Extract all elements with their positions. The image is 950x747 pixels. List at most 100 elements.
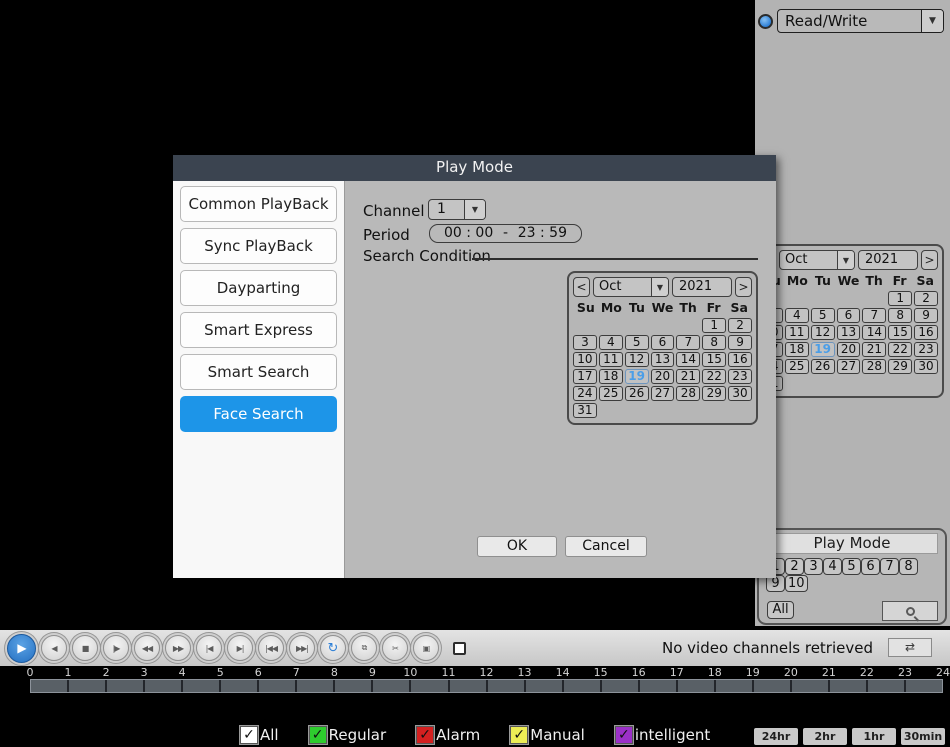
date-cell[interactable]: 25 <box>785 359 809 374</box>
previous-file-button[interactable]: |◀◀ <box>258 635 284 661</box>
date-cell[interactable]: 22 <box>888 342 912 357</box>
date-cell[interactable]: 13 <box>651 352 675 367</box>
date-cell[interactable]: 17 <box>573 369 597 384</box>
cancel-button[interactable]: Cancel <box>565 536 647 557</box>
date-cell[interactable]: 1 <box>702 318 726 333</box>
date-cell[interactable]: 13 <box>837 325 861 340</box>
date-cell[interactable]: 5 <box>811 308 835 323</box>
channel-button-2[interactable]: 2 <box>785 558 804 575</box>
sidebar-item-smart-express[interactable]: Smart Express <box>180 312 337 348</box>
channel-button-10[interactable]: 10 <box>785 575 808 592</box>
date-cell[interactable]: 4 <box>785 308 809 323</box>
sidebar-item-sync-playback[interactable]: Sync PlayBack <box>180 228 337 264</box>
time-range-30min[interactable]: 30min <box>901 728 945 745</box>
reverse-play-button[interactable]: ◀ <box>41 635 67 661</box>
date-cell[interactable]: 28 <box>862 359 886 374</box>
next-month-button[interactable]: > <box>735 277 752 297</box>
all-channels-button[interactable]: All <box>767 601 794 619</box>
period-input[interactable]: 00 : 00 - 23 : 59 <box>429 224 582 243</box>
frame-forward-button[interactable]: |▶ <box>103 635 129 661</box>
storage-mode-dropdown[interactable]: Read/Write ▼ <box>777 9 944 33</box>
timeline-bar[interactable] <box>30 679 943 693</box>
date-cell[interactable]: 12 <box>625 352 649 367</box>
ok-button[interactable]: OK <box>477 536 557 557</box>
chevron-down-icon[interactable]: ▼ <box>837 251 854 269</box>
date-cell[interactable]: 5 <box>625 335 649 350</box>
refresh-button[interactable]: ⇄ <box>888 638 932 657</box>
date-cell[interactable]: 21 <box>676 369 700 384</box>
date-cell[interactable]: 7 <box>676 335 700 350</box>
rewind-button[interactable]: ◀◀ <box>134 635 160 661</box>
legend-checkbox-manual[interactable]: ✓ <box>510 726 528 744</box>
channel-dropdown[interactable]: 1 ▼ <box>428 199 486 220</box>
stop-button[interactable]: ■ <box>72 635 98 661</box>
year-value[interactable]: 2021 <box>672 277 732 297</box>
multi-window-button[interactable]: ⧉ <box>351 635 377 661</box>
legend-checkbox-intelligent[interactable]: ✓ <box>615 726 633 744</box>
date-cell[interactable]: 10 <box>573 352 597 367</box>
date-cell[interactable]: 23 <box>728 369 752 384</box>
sidebar-item-smart-search[interactable]: Smart Search <box>180 354 337 390</box>
date-cell[interactable]: 11 <box>785 325 809 340</box>
play-mode-panel-title[interactable]: Play Mode <box>766 533 938 554</box>
next-file-button[interactable]: ▶▶| <box>289 635 315 661</box>
date-cell[interactable]: 9 <box>914 308 938 323</box>
prev-month-button[interactable]: < <box>573 277 590 297</box>
play-button[interactable]: ▶ <box>7 634 36 663</box>
month-dropdown[interactable]: Oct▼ <box>779 250 855 270</box>
channel-button-7[interactable]: 7 <box>880 558 899 575</box>
channel-button-4[interactable]: 4 <box>823 558 842 575</box>
date-cell[interactable]: 7 <box>862 308 886 323</box>
sidebar-item-face-search[interactable]: Face Search <box>180 396 337 432</box>
time-range-1hr[interactable]: 1hr <box>852 728 896 745</box>
date-cell[interactable]: 19 <box>811 342 835 357</box>
date-cell[interactable]: 11 <box>599 352 623 367</box>
playback-checkbox[interactable] <box>453 642 466 655</box>
date-cell[interactable]: 9 <box>728 335 752 350</box>
date-cell[interactable]: 4 <box>599 335 623 350</box>
date-cell[interactable]: 1 <box>888 291 912 306</box>
next-month-button[interactable]: > <box>921 250 938 270</box>
date-cell[interactable]: 14 <box>862 325 886 340</box>
date-cell[interactable]: 23 <box>914 342 938 357</box>
date-cell[interactable]: 18 <box>599 369 623 384</box>
date-cell[interactable]: 3 <box>573 335 597 350</box>
date-cell[interactable]: 12 <box>811 325 835 340</box>
save-button[interactable]: ▣ <box>413 635 439 661</box>
date-cell[interactable]: 2 <box>728 318 752 333</box>
date-cell[interactable]: 8 <box>702 335 726 350</box>
sidebar-item-dayparting[interactable]: Dayparting <box>180 270 337 306</box>
date-cell[interactable]: 25 <box>599 386 623 401</box>
time-range-2hr[interactable]: 2hr <box>803 728 847 745</box>
loop-button[interactable]: ↻ <box>320 635 346 661</box>
channel-button-6[interactable]: 6 <box>861 558 880 575</box>
date-cell[interactable]: 8 <box>888 308 912 323</box>
date-cell[interactable]: 29 <box>888 359 912 374</box>
date-cell[interactable]: 6 <box>651 335 675 350</box>
date-cell[interactable]: 16 <box>728 352 752 367</box>
legend-checkbox-alarm[interactable]: ✓ <box>416 726 434 744</box>
date-cell[interactable]: 19 <box>625 369 649 384</box>
date-cell[interactable]: 27 <box>651 386 675 401</box>
date-cell[interactable]: 14 <box>676 352 700 367</box>
channel-button-5[interactable]: 5 <box>842 558 861 575</box>
date-cell[interactable]: 30 <box>728 386 752 401</box>
legend-checkbox-regular[interactable]: ✓ <box>309 726 327 744</box>
chevron-down-icon[interactable]: ▼ <box>464 200 485 219</box>
clip-button[interactable]: ✂ <box>382 635 408 661</box>
chevron-down-icon[interactable]: ▼ <box>921 10 943 32</box>
date-cell[interactable]: 6 <box>837 308 861 323</box>
legend-checkbox-all[interactable]: ✓ <box>240 726 258 744</box>
date-cell[interactable]: 26 <box>625 386 649 401</box>
date-cell[interactable]: 31 <box>573 403 597 418</box>
date-cell[interactable]: 27 <box>837 359 861 374</box>
date-cell[interactable]: 24 <box>573 386 597 401</box>
date-cell[interactable]: 29 <box>702 386 726 401</box>
channel-button-3[interactable]: 3 <box>804 558 823 575</box>
year-value[interactable]: 2021 <box>858 250 918 270</box>
date-cell[interactable]: 22 <box>702 369 726 384</box>
date-cell[interactable]: 20 <box>651 369 675 384</box>
search-button[interactable] <box>882 601 938 621</box>
chevron-down-icon[interactable]: ▼ <box>651 278 668 296</box>
next-frame-button[interactable]: ▶| <box>227 635 253 661</box>
